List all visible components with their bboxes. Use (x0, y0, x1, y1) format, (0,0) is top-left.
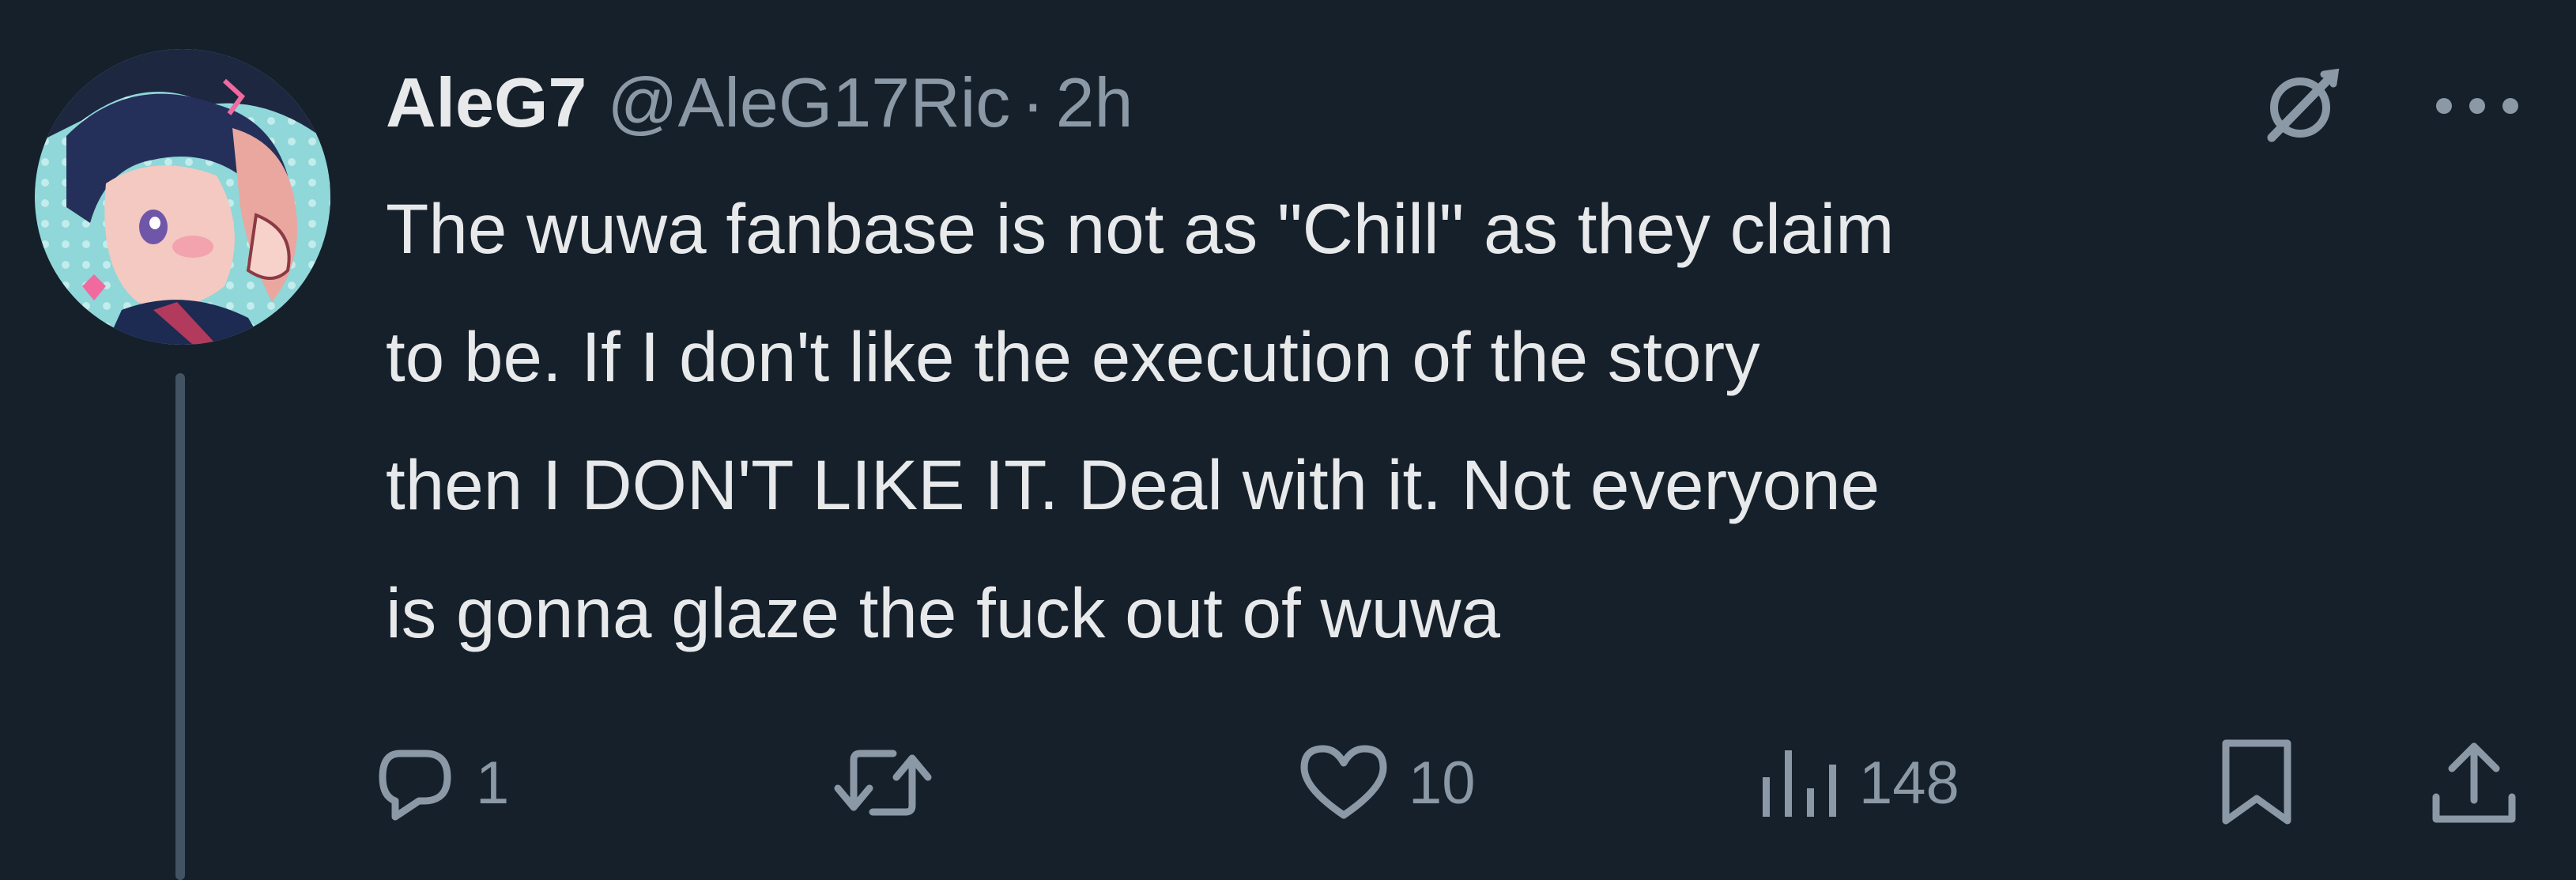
post-text: The wuwa fanbase is not as "Chill" as th… (386, 189, 1895, 652)
avatar-image (35, 49, 330, 345)
like-button[interactable]: 10 (1296, 735, 1476, 830)
bookmark-icon (2222, 739, 2291, 825)
reply-button[interactable]: 1 (372, 735, 509, 830)
author-display-name[interactable]: AleG7 (386, 55, 586, 150)
bookmark-button[interactable] (2213, 735, 2300, 830)
separator-dot: · (1021, 63, 1045, 142)
grok-button[interactable] (2254, 59, 2349, 153)
more-options-button[interactable] (2422, 59, 2533, 153)
share-button[interactable] (2427, 735, 2521, 830)
views-button[interactable]: 148 (1755, 735, 1959, 830)
reply-count: 1 (476, 749, 510, 817)
action-bar: 1 10 148 (372, 735, 2537, 830)
share-icon (2432, 742, 2516, 823)
author-handle[interactable]: @AleG17Ric (607, 55, 1010, 150)
repost-icon (834, 750, 932, 816)
post-timestamp[interactable]: 2h (1056, 55, 1133, 150)
post[interactable]: AleG7 @AleG17Ric · 2h The wuwa fanbase i… (0, 0, 2576, 880)
view-count: 148 (1859, 749, 1959, 817)
more-icon (2436, 98, 2518, 114)
grok-icon (2267, 68, 2340, 142)
thread-line (175, 373, 185, 880)
like-icon (1300, 745, 1387, 819)
reply-icon (379, 750, 451, 821)
repost-button[interactable] (830, 735, 953, 830)
post-header: AleG7 @AleG17Ric · 2h (386, 55, 1133, 150)
views-icon (1763, 750, 1836, 817)
like-count: 10 (1409, 749, 1476, 817)
avatar[interactable] (35, 49, 330, 345)
